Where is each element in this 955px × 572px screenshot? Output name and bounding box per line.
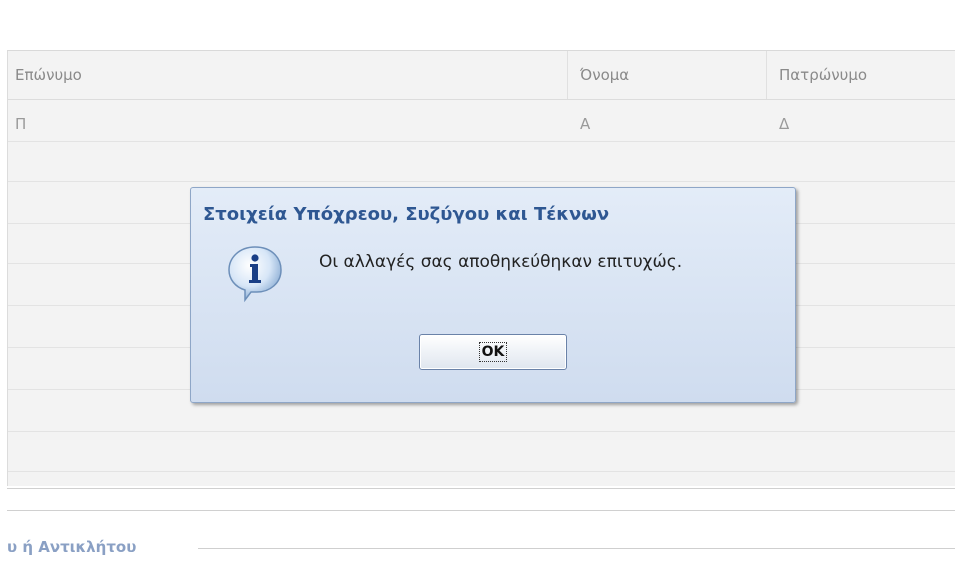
page: Επώνυμο Όνομα Πατρώνυμο Π Α Δ υ ή Αντικλ… xyxy=(0,0,955,572)
column-separator xyxy=(567,51,568,99)
grid-header: Επώνυμο Όνομα Πατρώνυμο xyxy=(8,51,955,100)
divider xyxy=(7,488,955,489)
grid-footer xyxy=(7,486,955,572)
cell-fathers-name: Δ xyxy=(779,115,790,133)
cell-surname: Π xyxy=(15,115,27,133)
column-header-surname[interactable]: Επώνυμο xyxy=(15,66,82,84)
row-divider xyxy=(8,141,955,142)
cell-name: Α xyxy=(580,115,591,133)
section-legend-line xyxy=(198,548,955,549)
dialog-title: Στοιχεία Υπόχρεου, Συζύγου και Τέκνων xyxy=(203,204,610,225)
dialog-message: Οι αλλαγές σας αποθηκεύθηκαν επιτυχώς. xyxy=(319,252,683,272)
row-divider xyxy=(8,431,955,432)
info-icon xyxy=(225,243,285,303)
column-header-fathers-name[interactable]: Πατρώνυμο xyxy=(779,66,867,84)
row-divider xyxy=(8,181,955,182)
divider xyxy=(7,510,955,511)
column-separator xyxy=(766,51,767,99)
column-header-name[interactable]: Όνομα xyxy=(580,66,629,84)
ok-button[interactable]: OK xyxy=(419,334,567,370)
message-dialog: Στοιχεία Υπόχρεου, Συζύγου και Τέκνων Οι… xyxy=(190,187,796,403)
ok-button-label: OK xyxy=(478,342,508,362)
section-legend: υ ή Αντικλήτου xyxy=(7,538,137,556)
row-divider xyxy=(8,471,955,472)
